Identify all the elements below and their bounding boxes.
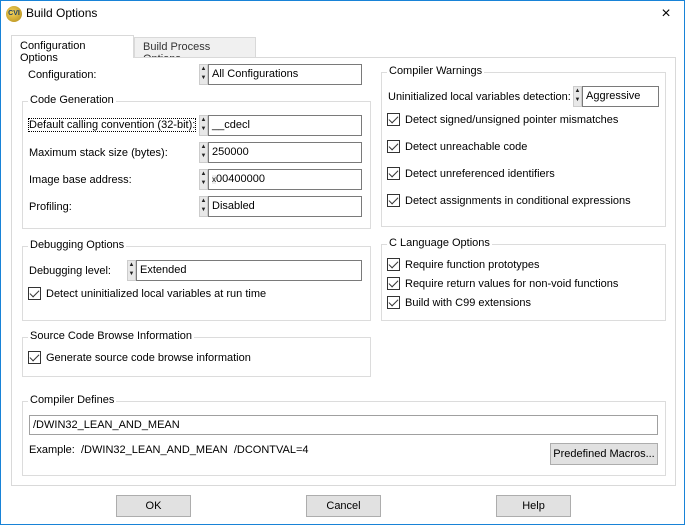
tab-configuration-options[interactable]: Configuration Options: [11, 35, 134, 64]
stack-size-label: Maximum stack size (bytes):: [29, 147, 168, 159]
example-value: /DWIN32_LEAN_AND_MEAN /DCONTVAL=4: [81, 444, 309, 456]
checkbox-checked-icon: [387, 194, 400, 207]
uninit-detection-field[interactable]: Aggressive: [582, 86, 659, 107]
generate-browse-info-checkbox[interactable]: Generate source code browse information: [28, 351, 251, 364]
configuration-field[interactable]: All Configurations: [208, 64, 362, 85]
checkbox-label: Detect signed/unsigned pointer mismatche…: [405, 113, 619, 126]
checkbox-checked-icon: [387, 258, 400, 271]
unreachable-code-checkbox[interactable]: Detect unreachable code: [387, 140, 527, 153]
app-icon: CVI: [6, 6, 22, 22]
checkbox-checked-icon: [28, 287, 41, 300]
build-options-dialog: CVI Build Options × Configuration Option…: [0, 0, 685, 525]
ok-button[interactable]: OK: [116, 495, 191, 517]
checkbox-label: Detect assignments in conditional expres…: [405, 194, 631, 207]
title-bar: CVI Build Options ×: [1, 1, 684, 27]
checkbox-checked-icon: [387, 113, 400, 126]
checkbox-checked-icon: [28, 351, 41, 364]
compiler-defines-title: Compiler Defines: [28, 394, 117, 406]
detect-uninit-runtime-label: Detect uninitialized local variables at …: [46, 287, 267, 300]
debugging-level-label: Debugging level:: [29, 265, 111, 277]
help-button[interactable]: Help: [496, 495, 571, 517]
cancel-button[interactable]: Cancel: [306, 495, 381, 517]
browse-info-title: Source Code Browse Information: [28, 330, 195, 342]
profiling-spinner[interactable]: ▲ ▼: [199, 196, 208, 217]
image-base-label: Image base address:: [29, 174, 132, 186]
profiling-field[interactable]: Disabled: [208, 196, 362, 217]
calling-convention-spinner[interactable]: ▲ ▼: [199, 115, 208, 136]
code-generation-title: Code Generation: [28, 94, 116, 106]
checkbox-label: Require function prototypes: [405, 258, 540, 271]
close-icon[interactable]: ×: [651, 3, 681, 25]
debugging-level-field[interactable]: Extended: [136, 260, 362, 281]
checkbox-checked-icon: [387, 167, 400, 180]
stack-size-spinner[interactable]: ▲ ▼: [199, 142, 208, 163]
debugging-options-title: Debugging Options: [28, 239, 127, 251]
tab-build-process-options[interactable]: Build Process Options: [134, 37, 256, 65]
detect-uninit-runtime-checkbox[interactable]: Detect uninitialized local variables at …: [28, 287, 266, 300]
configuration-label: Configuration:: [28, 69, 97, 81]
checkbox-label: Require return values for non-void funct…: [405, 277, 619, 290]
stack-size-field[interactable]: 250000: [208, 142, 362, 163]
c99-extensions-checkbox[interactable]: Build with C99 extensions: [387, 296, 531, 309]
image-base-value: 00400000: [216, 173, 265, 185]
window-title: Build Options: [26, 6, 98, 20]
uninit-detection-label: Uninitialized local variables detection:: [388, 91, 571, 103]
unreferenced-identifiers-checkbox[interactable]: Detect unreferenced identifiers: [387, 167, 555, 180]
require-return-values-checkbox[interactable]: Require return values for non-void funct…: [387, 277, 618, 290]
signed-unsigned-checkbox[interactable]: Detect signed/unsigned pointer mismatche…: [387, 113, 618, 126]
checkbox-checked-icon: [387, 296, 400, 309]
checkbox-checked-icon: [387, 277, 400, 290]
debugging-options-group: Debugging Options: [22, 239, 371, 321]
compiler-warnings-title: Compiler Warnings: [387, 65, 485, 77]
uninit-detection-spinner[interactable]: ▲ ▼: [573, 86, 582, 107]
image-base-field[interactable]: x00400000: [208, 169, 362, 190]
configuration-spinner[interactable]: ▲ ▼: [199, 64, 208, 85]
example-label: Example:: [29, 444, 75, 456]
calling-convention-field[interactable]: __cdecl: [208, 115, 362, 136]
checkbox-label: Build with C99 extensions: [405, 296, 531, 309]
predefined-macros-button[interactable]: Predefined Macros...: [550, 443, 658, 465]
image-base-spinner[interactable]: ▲ ▼: [199, 169, 208, 190]
c-language-options-title: C Language Options: [387, 237, 492, 249]
checkbox-label: Detect unreachable code: [405, 140, 528, 153]
generate-browse-info-label: Generate source code browse information: [46, 351, 251, 364]
calling-convention-label: Default calling convention (32-bit):: [27, 118, 197, 132]
profiling-label: Profiling:: [29, 201, 72, 213]
debugging-level-spinner[interactable]: ▲ ▼: [127, 260, 136, 281]
checkbox-checked-icon: [387, 140, 400, 153]
checkbox-label: Detect unreferenced identifiers: [405, 167, 555, 180]
require-prototypes-checkbox[interactable]: Require function prototypes: [387, 258, 540, 271]
assignments-conditional-checkbox[interactable]: Detect assignments in conditional expres…: [387, 194, 631, 207]
compiler-defines-input[interactable]: /DWIN32_LEAN_AND_MEAN: [29, 415, 658, 435]
